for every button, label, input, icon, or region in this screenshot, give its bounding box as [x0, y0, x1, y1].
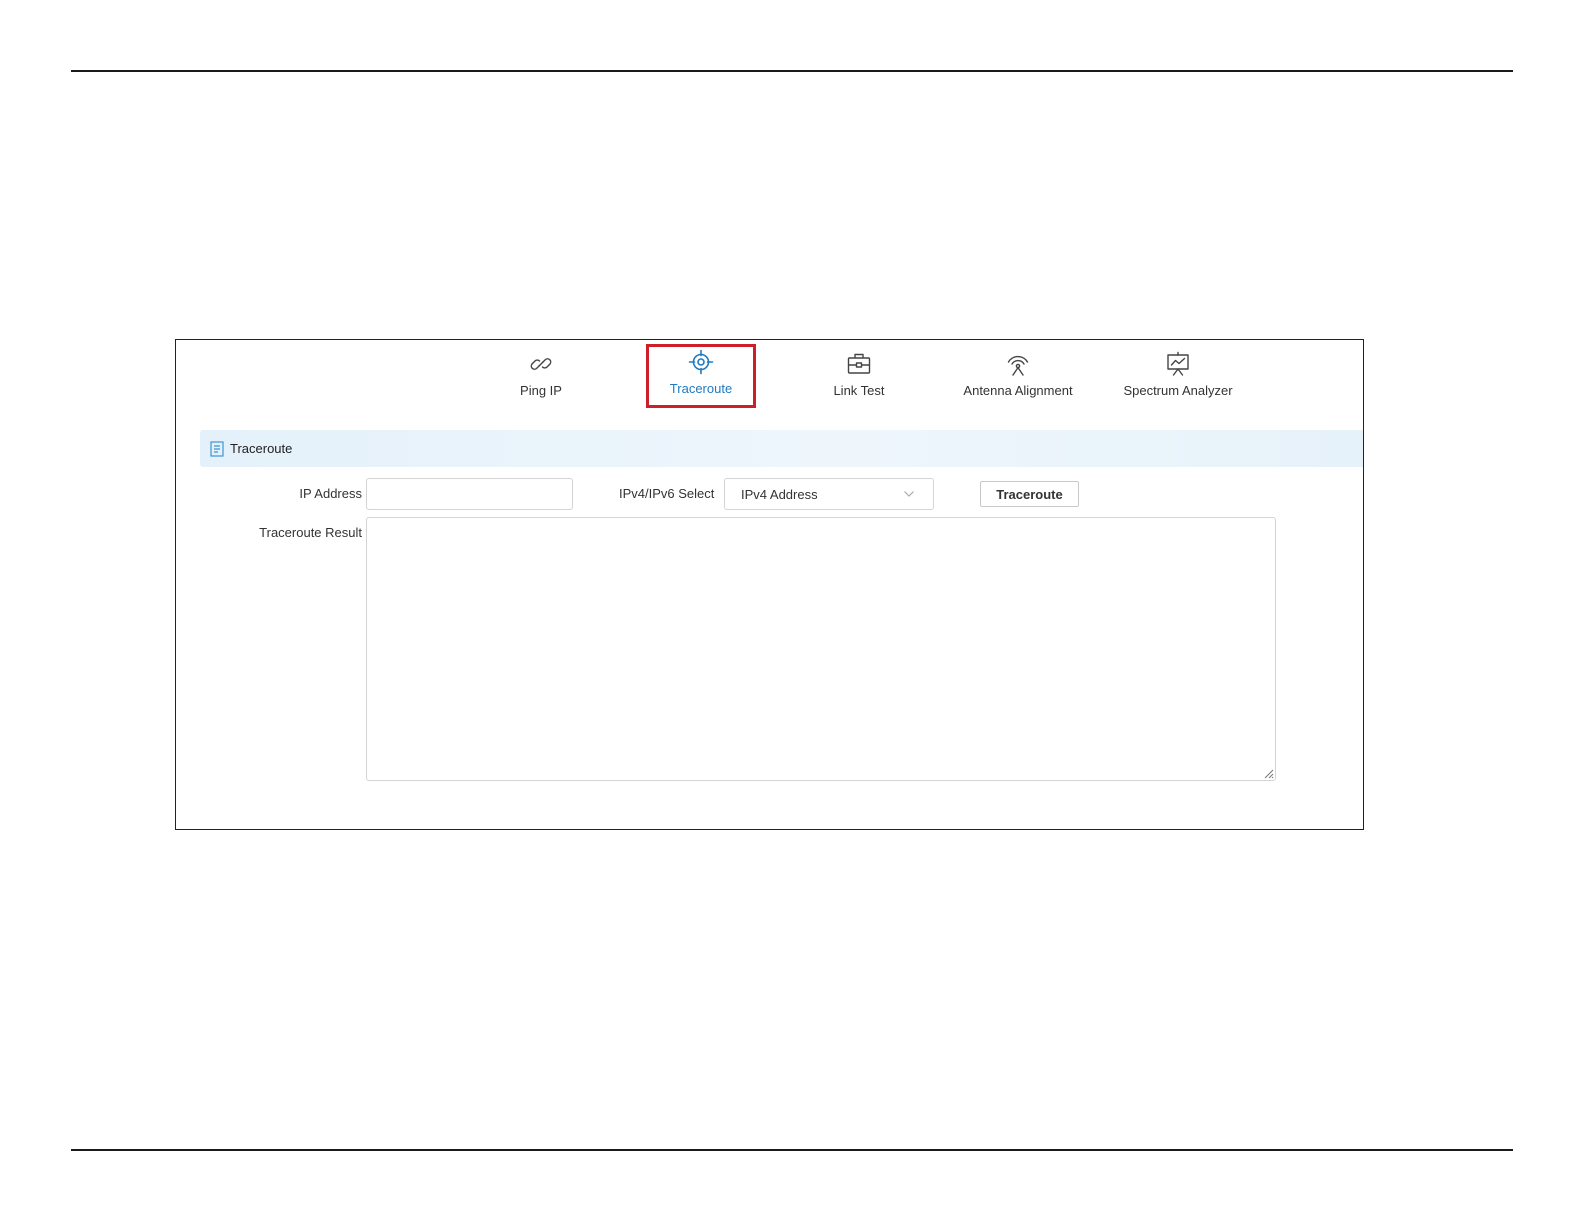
tab-antenna-alignment[interactable]: Antenna Alignment — [953, 346, 1083, 406]
chevron-down-icon — [903, 490, 915, 498]
tab-label: Antenna Alignment — [963, 383, 1073, 398]
tab-spectrum-analyzer[interactable]: Spectrum Analyzer — [1113, 346, 1243, 406]
crosshair-icon — [686, 347, 716, 377]
ip-address-label: IP Address — [299, 486, 362, 501]
tab-traceroute[interactable]: Traceroute — [646, 344, 756, 408]
tab-label: Spectrum Analyzer — [1123, 383, 1233, 398]
tab-ping-ip[interactable]: Ping IP — [481, 346, 601, 406]
link-icon — [526, 349, 556, 379]
toolbox-icon — [844, 349, 874, 379]
section-header: Traceroute — [200, 430, 1363, 467]
tab-label: Traceroute — [669, 381, 733, 396]
antenna-icon — [1003, 349, 1033, 379]
tools-tab-bar: Ping IP Traceroute Link Test Antenna Ali… — [176, 340, 1363, 420]
presentation-chart-icon — [1163, 349, 1193, 379]
traceroute-button[interactable]: Traceroute — [980, 481, 1079, 507]
tab-label: Link Test — [833, 383, 885, 398]
traceroute-result-textarea[interactable] — [366, 517, 1276, 781]
resize-handle-icon[interactable] — [1262, 767, 1274, 779]
ip-version-select[interactable]: IPv4 Address — [724, 478, 934, 510]
page-header-rule — [71, 70, 1513, 72]
document-icon — [210, 440, 224, 457]
screenshot-frame: Ping IP Traceroute Link Test Antenna Ali… — [175, 339, 1364, 830]
ip-address-input[interactable] — [366, 478, 573, 510]
section-title: Traceroute — [230, 441, 293, 456]
ip-version-selected: IPv4 Address — [741, 486, 818, 502]
page-footer-rule — [71, 1149, 1513, 1151]
tab-label: Ping IP — [520, 383, 562, 398]
ip-version-label: IPv4/IPv6 Select — [619, 486, 715, 501]
traceroute-result-label: Traceroute Result — [259, 525, 362, 540]
tab-link-test[interactable]: Link Test — [799, 346, 919, 406]
